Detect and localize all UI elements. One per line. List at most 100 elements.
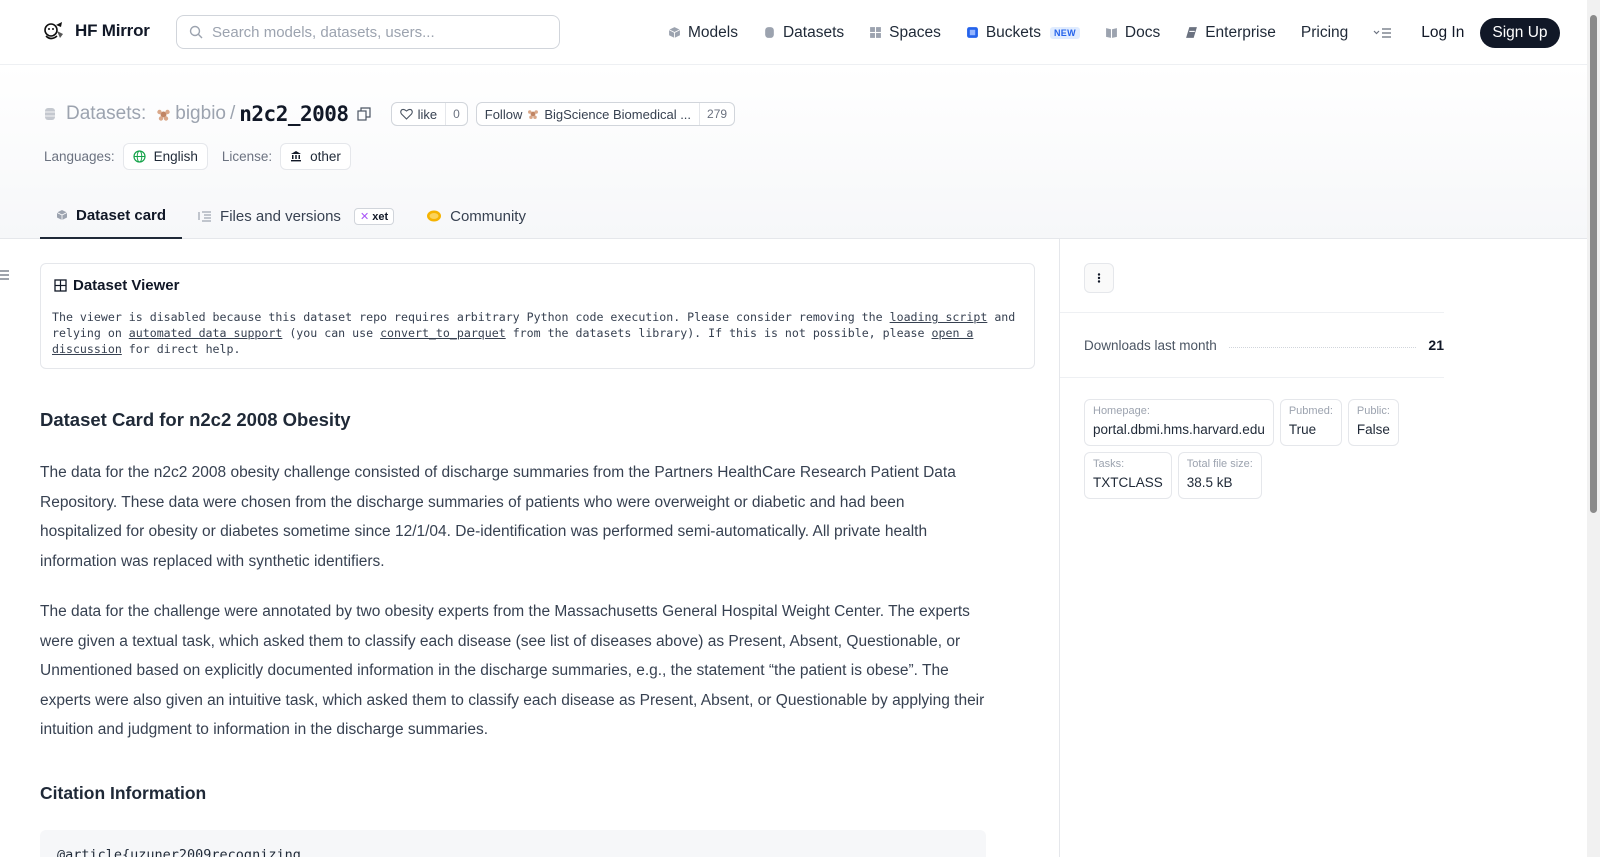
repo-tabs: Dataset card Files and versions ✕ xet Co… xyxy=(40,193,542,239)
brand-name: HF Mirror xyxy=(75,21,150,40)
top-navbar: HF Mirror Models Datasets Spaces Buckets… xyxy=(0,0,1587,65)
tab-files-label: Files and versions xyxy=(220,207,341,225)
repo-type-label: Datasets: xyxy=(66,103,147,124)
card-heading: Dataset Card for n2c2 2008 Obesity xyxy=(40,409,351,430)
repo-org-link[interactable]: bigbio xyxy=(175,103,226,125)
file-size-box: Total file size: 38.5 kB xyxy=(1177,452,1262,499)
loading-script-link[interactable]: loading script xyxy=(890,310,988,324)
bucket-icon xyxy=(966,27,978,38)
homepage-key: Homepage: xyxy=(1093,405,1150,417)
nav-buckets[interactable]: Buckets NEW xyxy=(966,24,1080,42)
tab-dataset-card[interactable]: Dataset card xyxy=(40,193,183,239)
pubmed-key: Pubmed: xyxy=(1288,405,1333,417)
like-count[interactable]: 0 xyxy=(445,103,467,125)
repo-name[interactable]: n2c2_2008 xyxy=(239,102,349,126)
public-key: Public: xyxy=(1356,405,1390,417)
license-label: License: xyxy=(221,148,273,164)
org-avatar-icon xyxy=(528,110,539,119)
nav-models-label: Models xyxy=(688,23,738,41)
citation-heading: Citation Information xyxy=(40,783,207,803)
nav-docs-label: Docs xyxy=(1124,23,1161,41)
like-label: like xyxy=(417,106,438,122)
search-box[interactable] xyxy=(176,15,560,49)
automated-data-support-link[interactable]: automated data support xyxy=(129,326,283,340)
breadcrumb-separator: / xyxy=(229,103,236,124)
downloads-stat: Downloads last month 21 xyxy=(1084,337,1444,353)
language-tag[interactable]: English xyxy=(122,142,208,170)
homepage-value: portal.dbmi.hms.harvard.edu xyxy=(1093,422,1265,437)
citation-code-block[interactable]: @article{uzuner2009recognizing, xyxy=(40,830,986,857)
nav-models[interactable]: Models xyxy=(668,24,738,42)
more-menu-button[interactable] xyxy=(1373,27,1393,39)
dataset-viewer-title: Dataset Viewer xyxy=(54,277,179,294)
languages-label: Languages: xyxy=(44,148,115,164)
files-icon xyxy=(198,211,212,222)
follow-org-name: BigScience Biomedical ... xyxy=(544,106,692,122)
follower-count[interactable]: 279 xyxy=(699,103,734,125)
divider xyxy=(1060,312,1444,313)
copy-icon[interactable] xyxy=(356,107,371,121)
repo-tags: Languages: English License: other xyxy=(44,142,365,170)
new-badge: NEW xyxy=(1049,26,1080,39)
tasks-box: Tasks: TXTCLASS xyxy=(1084,452,1172,499)
book-icon xyxy=(1105,28,1117,38)
license-value: other xyxy=(310,148,341,164)
search-icon xyxy=(189,25,203,39)
globe-icon xyxy=(132,149,146,163)
nav-pricing[interactable]: Pricing xyxy=(1301,24,1348,42)
pubmed-value: True xyxy=(1288,422,1317,437)
viewer-msg-part: (you can use xyxy=(282,326,381,340)
page-scrollbar[interactable] xyxy=(1587,0,1600,857)
community-icon xyxy=(427,210,442,222)
nav-datasets[interactable]: Datasets xyxy=(763,24,844,42)
metadata-grid: Homepage: portal.dbmi.hms.harvard.edu Pu… xyxy=(1084,399,1424,499)
table-icon xyxy=(54,279,67,292)
toc-toggle-icon[interactable] xyxy=(0,268,10,282)
xet-mark-icon: ✕ xyxy=(359,210,370,223)
login-link[interactable]: Log In xyxy=(1421,24,1464,42)
divider xyxy=(1060,377,1444,378)
file-size-key: Total file size: xyxy=(1186,458,1253,470)
org-avatar-icon xyxy=(157,109,170,121)
nav-datasets-label: Datasets xyxy=(782,23,845,41)
repo-header: Datasets: bigbio / n2c2_2008 like 0 Foll… xyxy=(0,65,1587,239)
follow-button-group: Follow BigScience Biomedical ... 279 xyxy=(475,102,736,126)
homepage-box[interactable]: Homepage: portal.dbmi.hms.harvard.edu xyxy=(1084,399,1274,446)
kebab-icon xyxy=(1097,273,1101,283)
license-tag[interactable]: other xyxy=(280,142,351,170)
nav-enterprise[interactable]: Enterprise xyxy=(1185,24,1276,42)
card-paragraph: The data for the n2c2 2008 obesity chall… xyxy=(40,464,956,570)
menu-icon xyxy=(1373,27,1392,38)
viewer-msg-part: from the datasets library). If this is n… xyxy=(505,326,932,340)
convert-to-parquet-link[interactable]: convert_to_parquet xyxy=(380,326,506,340)
tab-files-and-versions[interactable]: Files and versions ✕ xet xyxy=(182,193,410,239)
language-value: English xyxy=(153,148,198,164)
tab-community-label: Community xyxy=(450,207,526,225)
follow-button[interactable]: Follow BigScience Biomedical ... xyxy=(477,103,699,125)
dataset-viewer-label: Dataset Viewer xyxy=(73,277,180,294)
viewer-disabled-message: The viewer is disabled because this data… xyxy=(52,309,1027,357)
nav-pricing-label: Pricing xyxy=(1300,23,1349,41)
viewer-msg-part: for direct help. xyxy=(121,342,241,356)
xet-badge: ✕ xet xyxy=(353,207,395,225)
signup-button[interactable]: Sign Up xyxy=(1480,17,1560,48)
brand-logo[interactable]: HF Mirror xyxy=(42,19,150,43)
public-value: False xyxy=(1356,422,1390,437)
repo-title: Datasets: bigbio / n2c2_2008 like 0 Foll… xyxy=(44,101,743,127)
search-input[interactable] xyxy=(212,23,542,41)
citation-code-line: @article{uzuner2009recognizing, xyxy=(57,847,309,857)
database-icon xyxy=(45,108,55,120)
tasks-value: TXTCLASS xyxy=(1093,475,1163,490)
bank-icon xyxy=(291,151,302,162)
repo-sidebar: Downloads last month 21 Homepage: portal… xyxy=(1059,239,1587,857)
tab-dataset-card-label: Dataset card xyxy=(76,206,167,224)
tab-community[interactable]: Community xyxy=(410,193,542,239)
enterprise-icon xyxy=(1186,27,1198,38)
nav-spaces[interactable]: Spaces xyxy=(869,24,941,42)
nav-docs[interactable]: Docs xyxy=(1105,24,1160,42)
scrollbar-thumb[interactable] xyxy=(1590,15,1597,513)
like-button-group: like 0 xyxy=(390,102,468,126)
more-options-button[interactable] xyxy=(1084,263,1114,293)
like-button[interactable]: like xyxy=(392,103,446,125)
dotted-leader xyxy=(1228,346,1417,348)
